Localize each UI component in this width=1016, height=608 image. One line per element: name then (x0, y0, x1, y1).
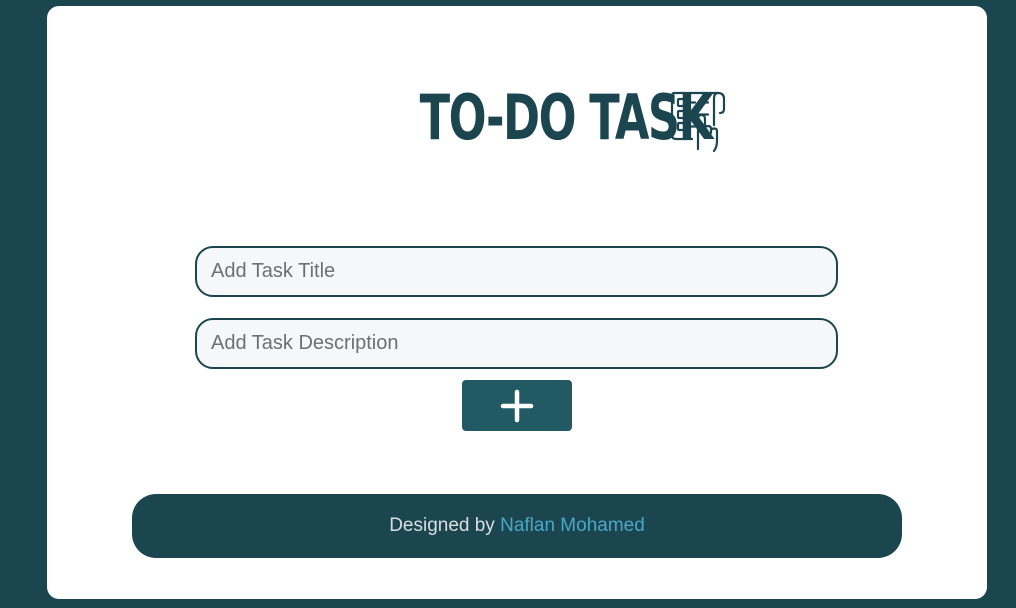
footer-credit-text: Designed by (389, 515, 501, 536)
add-task-button[interactable] (462, 380, 572, 431)
page-title: TO-DO TASK (419, 81, 714, 154)
footer: Designed by Naflan Mohamed (132, 494, 902, 558)
main-card: TO-DO TASK Designed by (47, 6, 987, 599)
author-link[interactable]: Naflan Mohamed (500, 515, 645, 537)
header: TO-DO TASK (47, 82, 987, 154)
task-title-input[interactable] (195, 246, 838, 297)
task-description-input[interactable] (195, 318, 838, 369)
plus-icon (500, 389, 534, 422)
